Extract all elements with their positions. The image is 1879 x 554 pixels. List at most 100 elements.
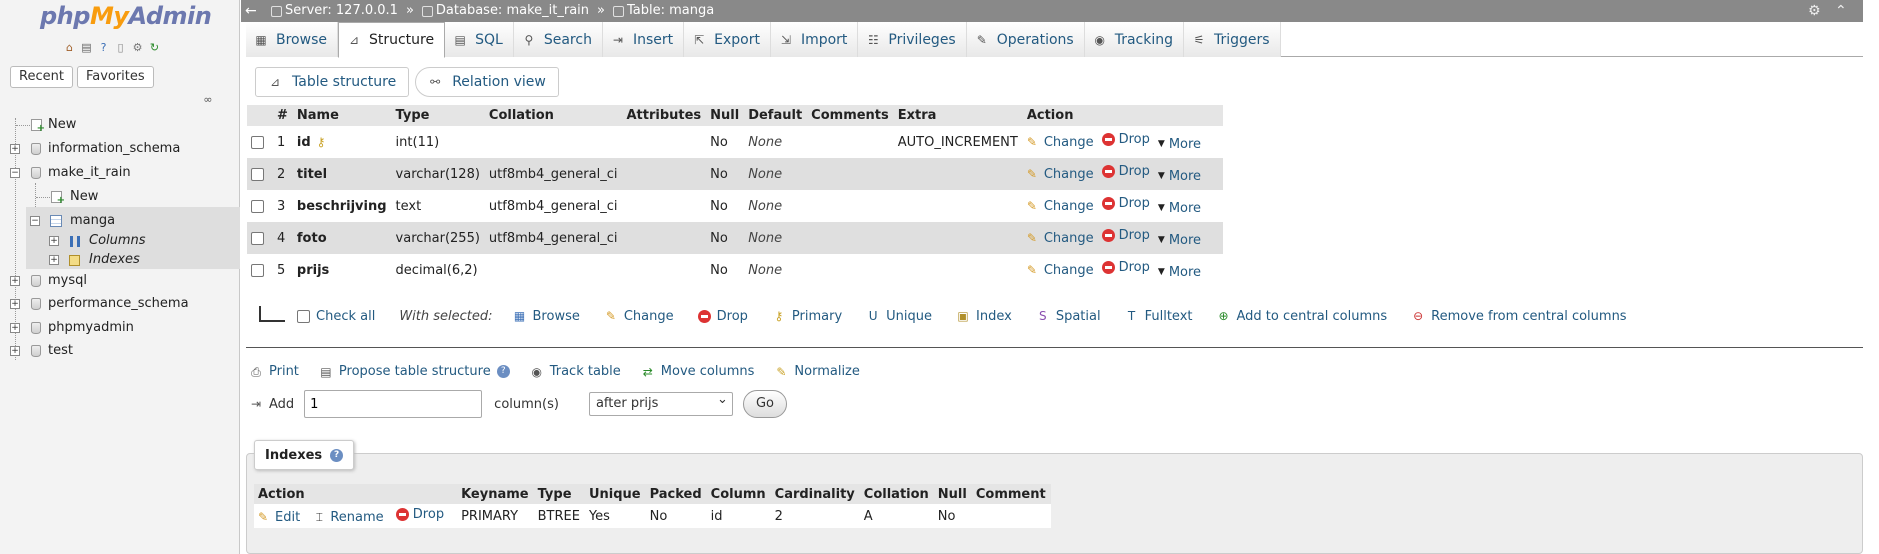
move-columns-link[interactable]: ⇄ Move columns <box>641 364 755 379</box>
tab-tracking[interactable]: ◉ Tracking <box>1084 22 1184 57</box>
header-name[interactable]: Name <box>292 105 392 126</box>
relation-view-button[interactable]: ⚯ Relation view <box>415 67 559 97</box>
collapse-top-icon[interactable]: ⌃ <box>1835 0 1847 22</box>
tree-item-new-table[interactable]: New <box>0 187 240 207</box>
tree-item-phpmyadmin[interactable]: + phpmyadmin <box>0 318 240 338</box>
bulk-fulltext-button[interactable]: T Fulltext <box>1125 309 1193 324</box>
reload-icon[interactable]: ↻ <box>148 41 161 54</box>
tree-item-mysql[interactable]: + mysql <box>0 271 240 291</box>
bulk-drop-button[interactable]: Drop <box>697 309 748 324</box>
bulk-browse-button[interactable]: ▦ Browse <box>513 309 580 324</box>
change-button[interactable]: ✎ Change <box>1027 135 1094 150</box>
link-with-main-panel-icon[interactable]: ∞ <box>200 94 216 105</box>
bulk-add-central-button[interactable]: ⊕ Add to central columns <box>1216 309 1387 324</box>
check-all-checkbox[interactable] <box>297 309 310 323</box>
header-comments[interactable]: Comments <box>807 105 894 126</box>
bulk-remove-central-button[interactable]: ⊖ Remove from central columns <box>1411 309 1626 324</box>
more-button[interactable]: ▼ More <box>1158 233 1201 248</box>
collapse-icon[interactable]: − <box>30 216 40 226</box>
tree-item-make-it-rain[interactable]: − make_it_rain <box>0 163 240 183</box>
breadcrumb-server[interactable]: Server: 127.0.0.1 <box>271 0 398 22</box>
tree-item-indexes[interactable]: + Indexes <box>0 250 240 270</box>
expand-icon[interactable]: + <box>10 346 20 356</box>
tab-privileges[interactable]: ☷ Privileges <box>858 22 967 57</box>
more-button[interactable]: ▼ More <box>1158 201 1201 216</box>
change-button[interactable]: ✎ Change <box>1027 167 1094 182</box>
help-icon[interactable]: ? <box>496 365 510 378</box>
column-position-select[interactable]: after prijs <box>588 389 733 416</box>
help-icon[interactable]: ? <box>97 41 110 54</box>
propose-structure-link[interactable]: ▤ Propose table structure? <box>319 364 510 379</box>
drop-button[interactable]: Drop <box>1101 228 1150 243</box>
tab-export[interactable]: ⇱ Export <box>684 22 771 57</box>
tree-item-information-schema[interactable]: + information_schema <box>0 139 240 159</box>
idx-edit-button[interactable]: ✎ Edit <box>258 510 300 525</box>
change-button[interactable]: ✎ Change <box>1027 231 1094 246</box>
breadcrumb-table[interactable]: Table: manga <box>612 0 714 22</box>
tree-item-columns[interactable]: + Columns <box>0 231 240 251</box>
row-checkbox[interactable] <box>251 135 264 149</box>
tab-triggers[interactable]: ⚟ Triggers <box>1184 22 1281 57</box>
help-icon[interactable]: ? <box>330 448 344 462</box>
docs-icon[interactable]: ▯ <box>114 41 127 54</box>
exit-icon[interactable]: ▤ <box>80 41 93 54</box>
header-type[interactable]: Type <box>391 105 485 126</box>
tab-operations[interactable]: ✎ Operations <box>966 22 1085 57</box>
tree-item-new[interactable]: New <box>0 115 240 135</box>
row-checkbox[interactable] <box>251 199 264 213</box>
breadcrumb-database[interactable]: Database: make_it_rain <box>421 0 589 22</box>
bulk-change-button[interactable]: ✎ Change <box>604 309 674 324</box>
tab-sql[interactable]: ▤ SQL <box>445 22 514 57</box>
settings-icon[interactable]: ⚙ <box>131 41 144 54</box>
print-link[interactable]: ⎙ Print <box>249 364 299 379</box>
expand-icon[interactable]: + <box>10 323 20 333</box>
drop-button[interactable]: Drop <box>1101 164 1150 179</box>
check-all[interactable]: Check all <box>297 309 375 324</box>
tree-item-manga-row[interactable]: − manga <box>0 211 240 231</box>
idx-rename-button[interactable]: ⌶ Rename <box>312 510 384 525</box>
home-icon[interactable]: ⌂ <box>63 41 76 54</box>
more-button[interactable]: ▼ More <box>1158 137 1201 152</box>
tab-browse[interactable]: ▦ Browse <box>246 22 338 57</box>
bulk-primary-button[interactable]: ⚷ Primary <box>772 309 843 324</box>
collapse-icon[interactable]: − <box>10 168 20 178</box>
favorites-tab[interactable]: Favorites <box>76 66 154 88</box>
more-button[interactable]: ▼ More <box>1158 169 1201 184</box>
tab-insert[interactable]: ⇥ Insert <box>602 22 685 57</box>
drop-button[interactable]: Drop <box>1101 260 1150 275</box>
expand-icon[interactable]: + <box>10 299 20 309</box>
header-collation[interactable]: Collation <box>484 105 623 126</box>
expand-icon[interactable]: + <box>10 144 20 154</box>
track-table-link[interactable]: ◉ Track table <box>530 364 620 379</box>
bulk-index-button[interactable]: ▣ Index <box>956 309 1011 324</box>
back-arrow-icon[interactable]: ← <box>245 0 257 22</box>
row-checkbox[interactable] <box>251 263 264 277</box>
header-null[interactable]: Null <box>706 105 745 126</box>
expand-icon[interactable]: + <box>10 276 20 286</box>
recent-tab[interactable]: Recent <box>10 66 73 88</box>
expand-icon[interactable]: + <box>49 236 59 246</box>
drop-button[interactable]: Drop <box>1101 196 1150 211</box>
row-checkbox[interactable] <box>251 167 264 181</box>
bulk-spatial-button[interactable]: S Spatial <box>1036 309 1101 324</box>
header-extra[interactable]: Extra <box>893 105 1023 126</box>
table-structure-button[interactable]: ⊿ Table structure <box>255 67 410 97</box>
drop-button[interactable]: Drop <box>1101 132 1150 147</box>
bulk-unique-button[interactable]: U Unique <box>866 309 932 324</box>
header-attributes[interactable]: Attributes <box>622 105 707 126</box>
column-count-input[interactable] <box>304 390 483 418</box>
more-button[interactable]: ▼ More <box>1158 265 1201 280</box>
expand-icon[interactable]: + <box>49 255 59 265</box>
idx-drop-button[interactable]: Drop <box>395 507 444 522</box>
tree-item-performance-schema[interactable]: + performance_schema <box>0 294 240 314</box>
tab-structure[interactable]: ⊿ Structure <box>337 22 446 58</box>
tab-search[interactable]: ⚲ Search <box>513 22 603 57</box>
tree-item-test[interactable]: + test <box>0 341 240 361</box>
header-default[interactable]: Default <box>744 105 808 126</box>
change-button[interactable]: ✎ Change <box>1027 199 1094 214</box>
tab-import[interactable]: ⇲ Import <box>770 22 859 57</box>
row-checkbox[interactable] <box>251 231 264 245</box>
normalize-link[interactable]: ✎ Normalize <box>774 364 860 379</box>
gear-icon[interactable]: ⚙ <box>1808 0 1821 22</box>
phpmyadmin-logo[interactable]: phpMyAdmin <box>40 2 212 30</box>
